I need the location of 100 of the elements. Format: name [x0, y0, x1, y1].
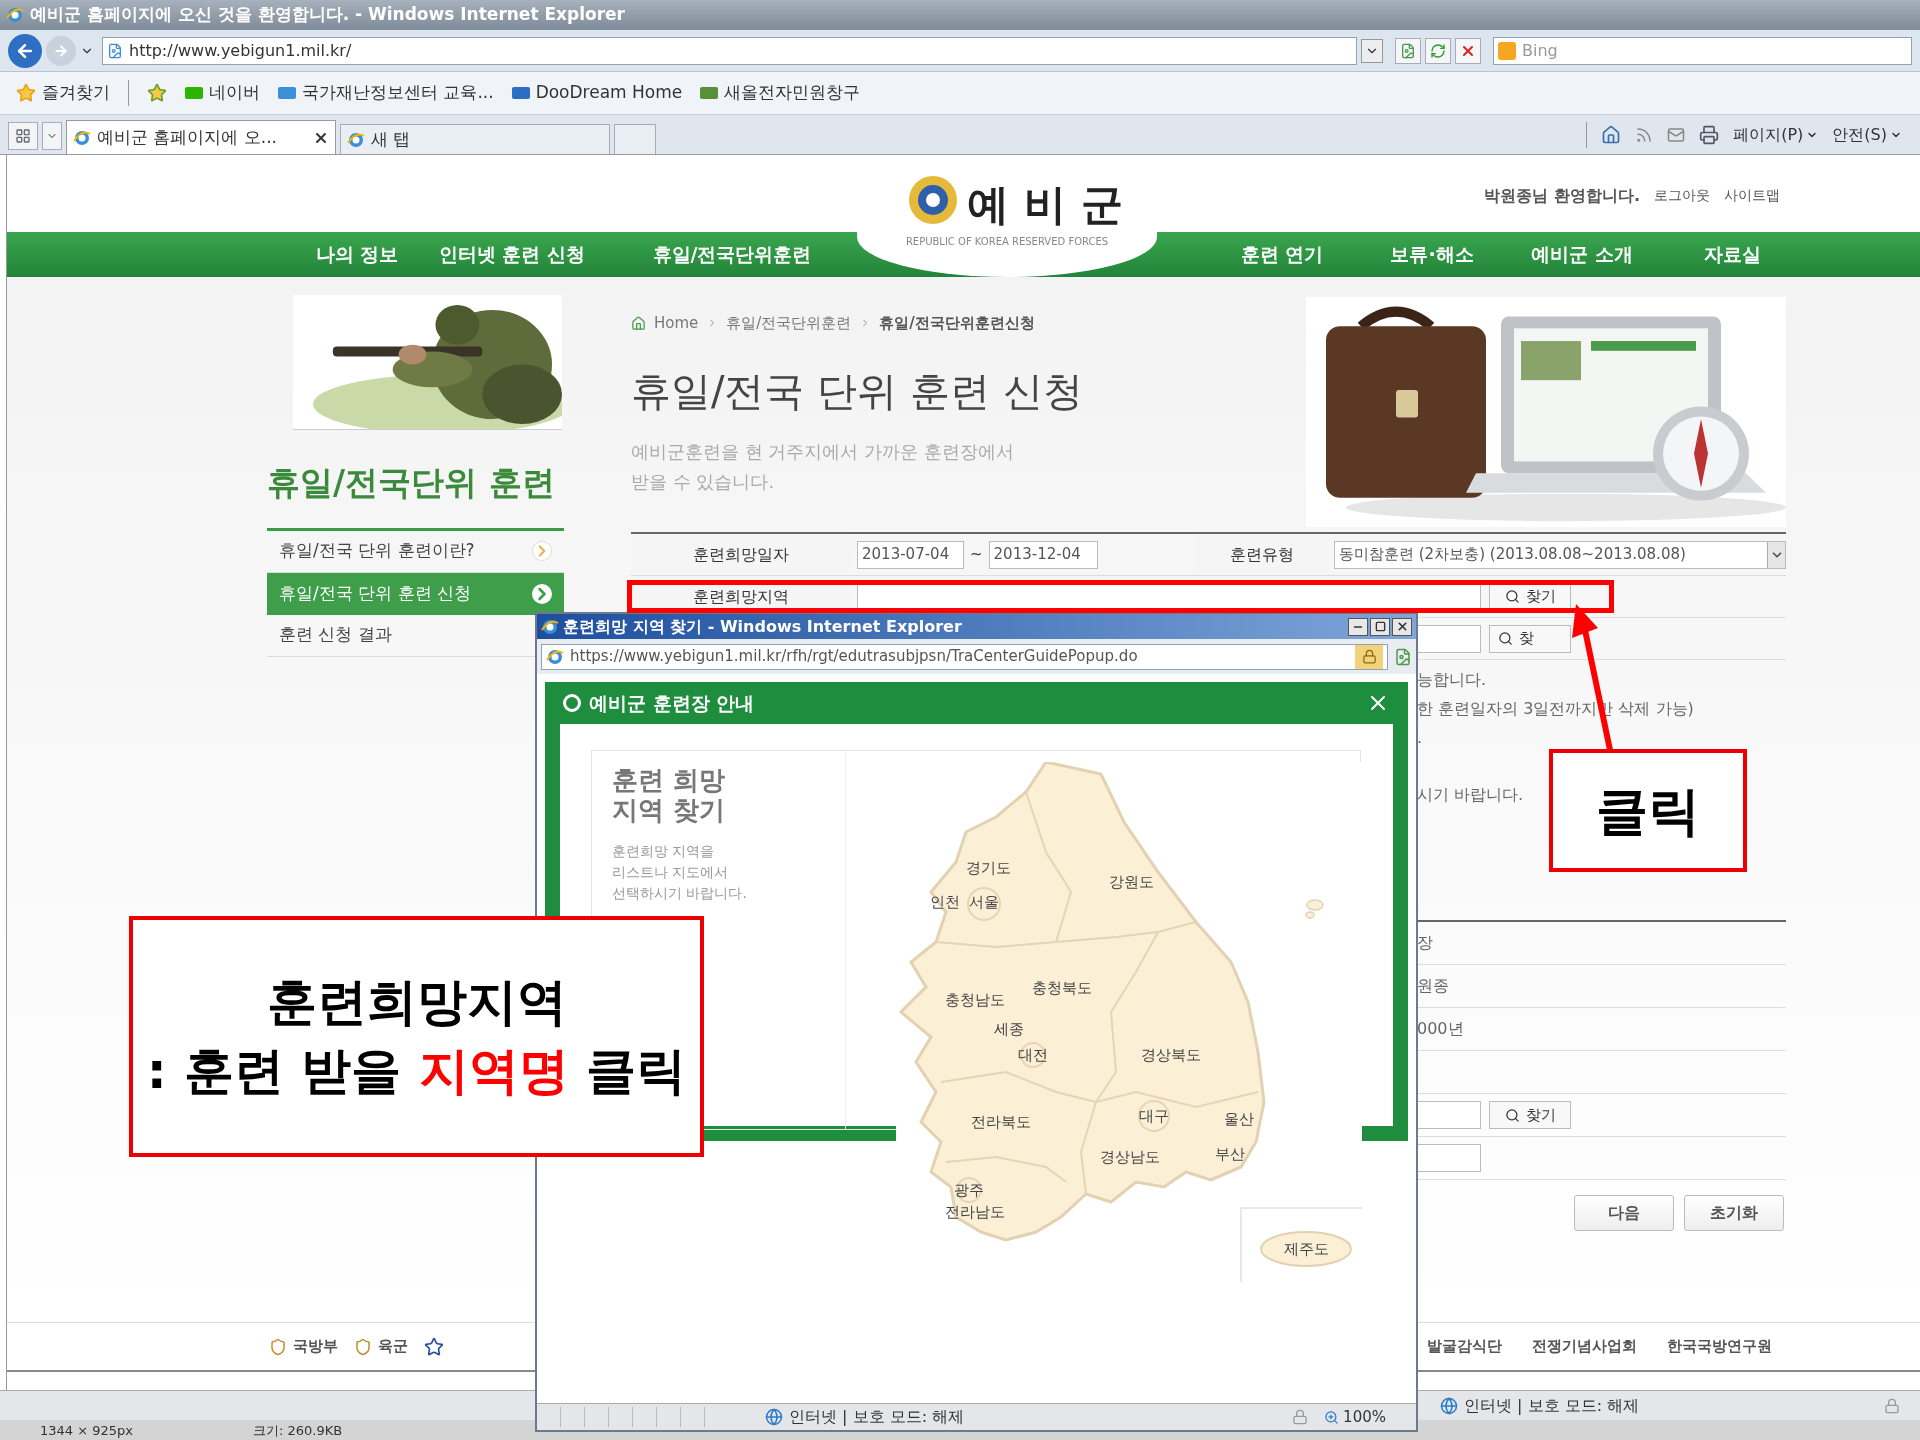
region-label[interactable]: 세종: [994, 1021, 1024, 1037]
region-label[interactable]: 강원도: [1108, 874, 1154, 890]
region-label[interactable]: 경상북도: [1141, 1047, 1201, 1063]
browser-tab[interactable]: 예비군 홈페이지에 오...: [66, 120, 336, 154]
address-dropdown-button[interactable]: [1361, 38, 1383, 63]
compatibility-icon[interactable]: [1394, 647, 1412, 666]
search-button[interactable]: 찾: [1489, 624, 1571, 653]
region-label[interactable]: 부산: [1215, 1146, 1245, 1162]
breadcrumb-link[interactable]: 휴일/전국단위훈련신청: [879, 312, 1035, 335]
search-button[interactable]: 찾기: [1489, 1101, 1571, 1129]
header-link[interactable]: 로그아웃: [1654, 185, 1710, 206]
star-icon: [16, 83, 36, 103]
compatibility-button[interactable]: [1395, 37, 1421, 64]
refresh-button[interactable]: [1425, 37, 1451, 64]
shield-icon: [269, 1337, 287, 1356]
quick-tabs-button[interactable]: [8, 122, 38, 150]
breadcrumb-link[interactable]: 휴일/전국단위훈련: [726, 312, 852, 335]
region-label[interactable]: 울산: [1224, 1111, 1254, 1127]
region-label[interactable]: 충청북도: [1032, 980, 1092, 996]
page-icon: [1400, 42, 1416, 59]
browser-tab[interactable]: 새 탭: [340, 124, 610, 154]
region-label[interactable]: 전라북도: [971, 1114, 1031, 1130]
lock-icon[interactable]: [1355, 644, 1383, 669]
page-icon: [107, 42, 123, 59]
welcome-text: 박원종님 환영합니다.: [1484, 184, 1640, 207]
browser-icon: [6, 6, 24, 24]
globe-icon: [765, 1408, 783, 1426]
footer-link[interactable]: 전쟁기념사업회: [1532, 1335, 1637, 1358]
site-logo[interactable]: 예 비 군: [967, 184, 1123, 226]
minimize-button[interactable]: [1348, 617, 1368, 636]
search-icon: [1498, 631, 1513, 646]
section-title: 휴일/전국단위 훈련: [267, 462, 556, 504]
breadcrumb-link[interactable]: Home: [654, 312, 699, 335]
callout-text: 클릭: [1596, 779, 1700, 843]
table-cell-text: 000년: [1417, 1018, 1464, 1040]
search-icon: [1504, 589, 1520, 604]
star-icon[interactable]: [424, 1336, 444, 1357]
footer-link[interactable]: 한국국방연구원: [1667, 1335, 1772, 1358]
link-icon: [278, 87, 296, 99]
tab-list-button[interactable]: [42, 122, 62, 150]
stop-button[interactable]: [1455, 37, 1481, 64]
sidebar-item[interactable]: 휴일/전국 단위 훈련이란?: [267, 530, 564, 573]
close-button[interactable]: [1392, 617, 1412, 636]
nav-link[interactable]: 휴일/전국단위훈련: [607, 240, 857, 269]
favorite-link[interactable]: 국가재난정보센터 교육...: [278, 80, 494, 106]
action-button[interactable]: 다음: [1574, 1195, 1674, 1231]
logo-subtitle: REPUBLIC OF KOREA RESERVED FORCES: [905, 235, 1109, 249]
note-text: .: [1417, 727, 1424, 749]
maximize-button[interactable]: [1370, 617, 1390, 636]
command-menu[interactable]: 안전(S): [1832, 123, 1902, 147]
region-label[interactable]: 전라남도: [945, 1204, 1005, 1220]
action-button[interactable]: 초기화: [1684, 1195, 1784, 1231]
nav-link[interactable]: 인터넷 훈련 신청: [417, 240, 607, 269]
nav-link[interactable]: 보류·해소: [1357, 240, 1507, 269]
refresh-icon: [1430, 42, 1446, 59]
table-cell-text: 장: [1417, 932, 1433, 954]
favorite-link[interactable]: 새올전자민원창구: [700, 80, 861, 106]
address-field[interactable]: http://www.yebigun1.mil.kr/: [102, 36, 1357, 65]
text-field[interactable]: [1417, 1144, 1481, 1172]
footer-link[interactable]: 육군: [354, 1335, 408, 1358]
back-button[interactable]: [8, 33, 42, 68]
region-label[interactable]: 경기도: [965, 860, 1011, 876]
address-field[interactable]: https://www.yebigun1.mil.kr/rfh/rgt/edutrasubjpsn/TraCenterGuidePopup.do: [541, 643, 1388, 670]
search-icon: [1504, 1107, 1520, 1123]
popup-title: 훈련희망 지역 찾기 - Windows Internet Explorer: [563, 615, 962, 638]
intro-text: 받을 수 있습니다.: [631, 469, 776, 494]
region-label[interactable]: 경상남도: [1100, 1149, 1160, 1165]
link-icon: [511, 87, 530, 99]
nav-link[interactable]: 예비군 소개: [1507, 240, 1657, 269]
date-field[interactable]: 2013-07-04: [857, 540, 964, 569]
region-label[interactable]: 인천: [930, 894, 960, 910]
training-type-select[interactable]: 동미참훈련 (2차보충) (2013.08.08~2013.08.08): [1334, 540, 1786, 569]
home-icon[interactable]: [1601, 125, 1622, 145]
nav-link[interactable]: 나의 정보: [297, 240, 417, 269]
arrow-right-icon: [53, 42, 69, 59]
chevron-icon: [532, 583, 552, 604]
footer-link[interactable]: 국방부: [269, 1335, 338, 1358]
protected-mode-icon[interactable]: [1884, 1397, 1900, 1414]
footer-link[interactable]: 발굴감식단: [1427, 1335, 1502, 1358]
command-menu[interactable]: 페이지(P): [1733, 123, 1819, 147]
nav-link[interactable]: 훈련 연기: [1207, 240, 1357, 269]
print-icon[interactable]: [1699, 125, 1720, 145]
feed-icon[interactable]: [1635, 126, 1654, 144]
panel-title: 훈련 희망: [612, 765, 727, 795]
header-link[interactable]: 사이트맵: [1724, 185, 1780, 206]
text-field[interactable]: [1417, 1101, 1481, 1129]
protected-mode-icon[interactable]: [1292, 1409, 1309, 1425]
region-label[interactable]: 충청남도: [945, 992, 1005, 1008]
page-title: 휴일/전국 단위 훈련 신청: [631, 366, 1083, 416]
add-favorite-icon[interactable]: [147, 83, 167, 103]
note-text: 능합니다.: [1417, 669, 1488, 691]
close-icon: [1395, 620, 1409, 633]
favorites-button[interactable]: 즐겨찾기: [16, 80, 110, 106]
link-icon: [700, 87, 719, 99]
favorite-link[interactable]: 네이버: [185, 80, 260, 106]
date-field[interactable]: 2013-12-04: [988, 540, 1098, 569]
zoom-button[interactable]: 100%: [1324, 1405, 1386, 1429]
nav-link[interactable]: 자료실: [1657, 240, 1807, 269]
favorite-link[interactable]: DooDream Home: [511, 80, 683, 106]
mail-icon[interactable]: [1667, 126, 1686, 144]
